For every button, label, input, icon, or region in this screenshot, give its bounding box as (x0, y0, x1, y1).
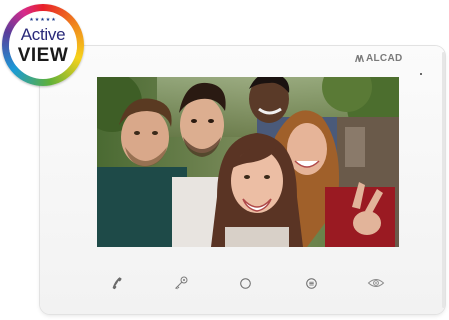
device-side-edge (442, 52, 445, 308)
brand-name: ALCAD (366, 53, 403, 64)
handset-button[interactable] (106, 272, 128, 294)
status-led (420, 73, 422, 75)
alcad-mark-icon (355, 55, 364, 62)
handset-icon (112, 277, 122, 290)
active-view-badge: ★★★★★ Active VIEW (2, 4, 84, 86)
key-icon (175, 276, 188, 290)
view-button[interactable] (365, 272, 387, 294)
badge-word-active: Active (20, 25, 66, 44)
menu-button[interactable] (300, 272, 322, 294)
video-feed-image (97, 77, 399, 247)
eye-icon (367, 279, 385, 287)
badge-stars: ★★★★★ (29, 17, 57, 23)
brand-logo: ALCAD (355, 53, 403, 64)
door-key-button[interactable] (170, 272, 192, 294)
home-button[interactable] (234, 272, 256, 294)
badge-word-view: VIEW (9, 46, 77, 66)
video-screen (97, 77, 399, 247)
product-page: ALCAD ★★★★★ Active VIEW (0, 0, 449, 320)
badge-center: ★★★★★ Active VIEW (9, 11, 77, 79)
circle-icon (239, 277, 251, 289)
menu-icon (305, 277, 317, 289)
